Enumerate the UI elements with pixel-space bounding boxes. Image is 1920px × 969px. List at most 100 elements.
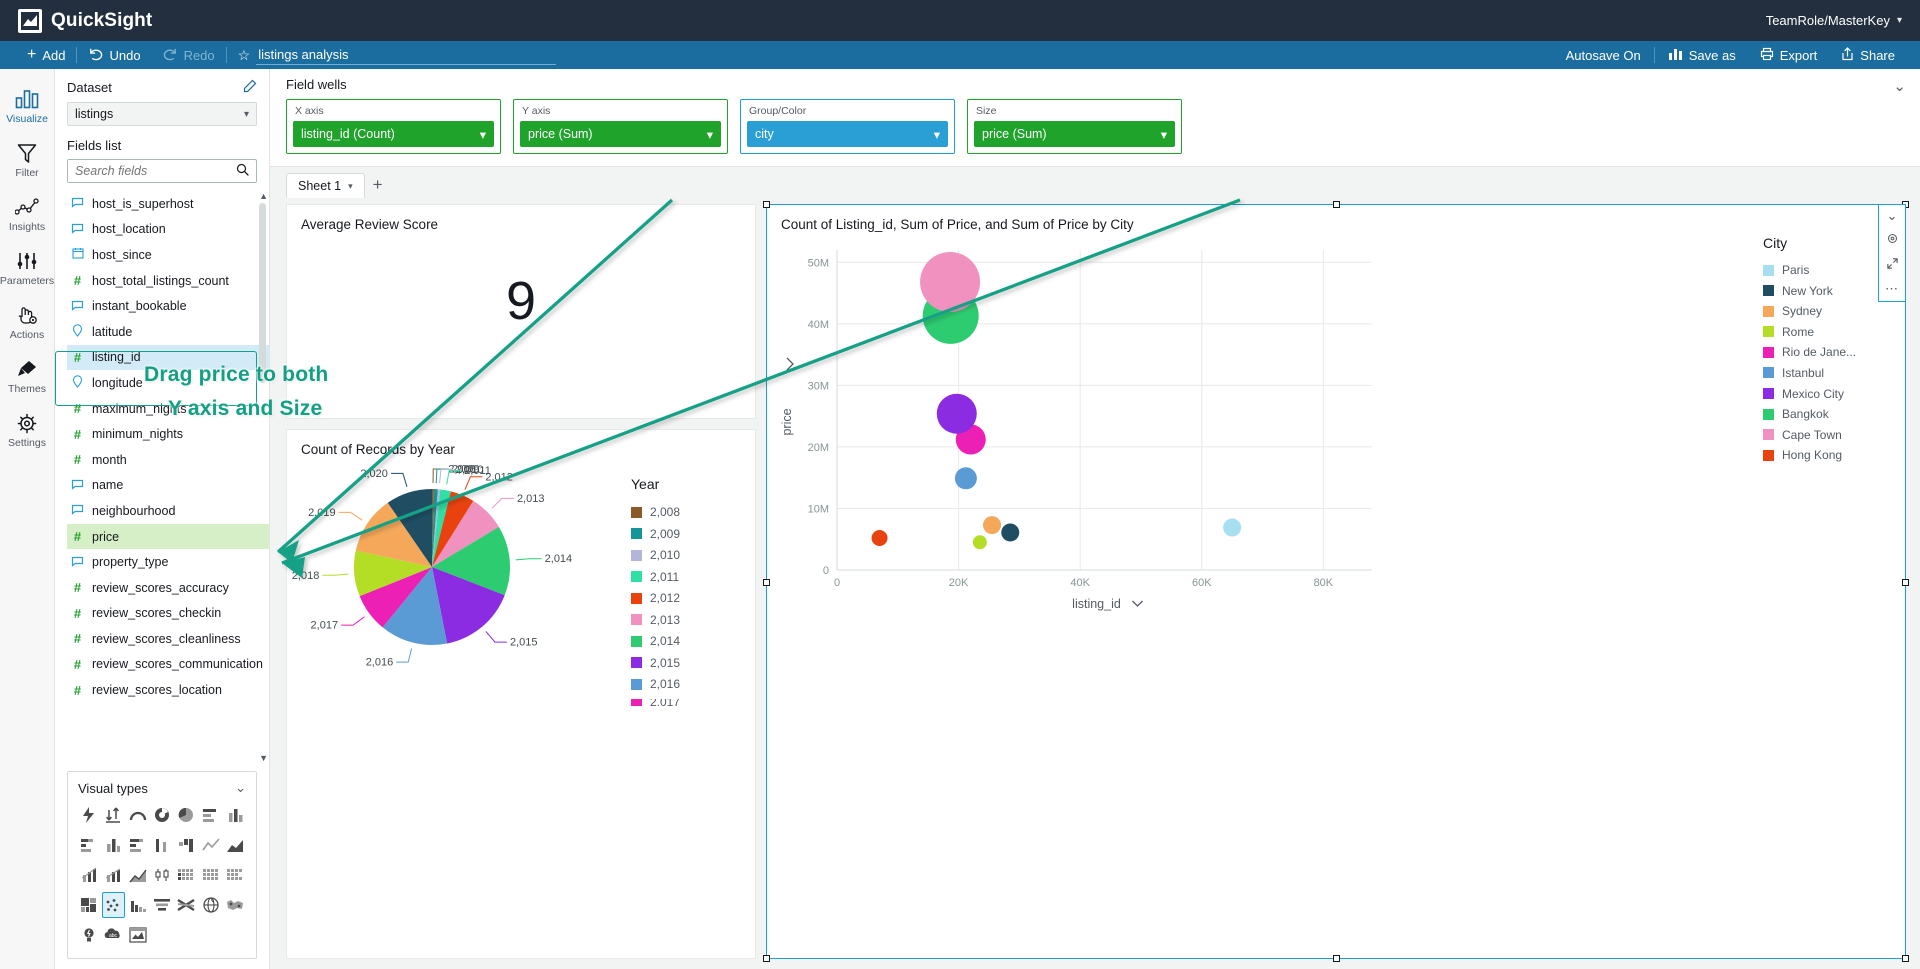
line-icon[interactable]: [199, 832, 221, 858]
add-button[interactable]: + Add: [16, 41, 76, 69]
field-item-host-location[interactable]: host_location: [67, 217, 269, 243]
scatter-legend-item[interactable]: Cape Town: [1763, 428, 1873, 442]
pie-legend-item[interactable]: 2,014: [631, 634, 731, 648]
field-item-name[interactable]: name: [67, 473, 269, 499]
scatter-legend-item[interactable]: Rome: [1763, 325, 1873, 339]
pivot-table-icon[interactable]: [199, 862, 221, 888]
well-y-axis[interactable]: Y axis price (Sum) ▾: [513, 99, 728, 154]
favorite-button[interactable]: ☆: [227, 41, 253, 69]
scroll-up-icon[interactable]: ▲: [259, 191, 268, 201]
field-item-price[interactable]: # price: [67, 523, 269, 550]
autograph-icon[interactable]: [78, 802, 100, 828]
field-item-review-scores-checkin[interactable]: # review_scores_checkin: [67, 601, 269, 627]
area-icon[interactable]: [224, 832, 246, 858]
scatter-point[interactable]: [871, 530, 888, 546]
word-cloud-icon[interactable]: abc: [102, 922, 124, 948]
clustered-column-icon[interactable]: [151, 832, 173, 858]
stacked-horizontal-bar-icon[interactable]: [78, 832, 100, 858]
collapse-icon[interactable]: ⌄: [1887, 209, 1898, 222]
rail-item-filter[interactable]: Filter: [0, 134, 54, 188]
pie-legend-item[interactable]: 2,008: [631, 505, 731, 519]
chevron-down-icon[interactable]: ▾: [348, 181, 353, 192]
well-pill[interactable]: city ▾: [747, 121, 948, 147]
well-x-axis[interactable]: X axis listing_id (Count) ▾: [286, 99, 501, 154]
scatter-legend-item[interactable]: Bangkok: [1763, 407, 1873, 421]
rail-item-visualize[interactable]: Visualize: [0, 80, 54, 134]
field-item-minimum-nights[interactable]: # minimum_nights: [67, 421, 269, 447]
pie-legend-item[interactable]: 2,012: [631, 591, 731, 605]
scatter-plot-icon[interactable]: [102, 892, 125, 918]
scatter-point[interactable]: [954, 467, 977, 490]
geospatial-point-icon[interactable]: [199, 892, 221, 918]
well-pill[interactable]: price (Sum) ▾: [974, 121, 1175, 147]
combo-area-bar-icon[interactable]: [102, 862, 124, 888]
chevron-right-icon[interactable]: [786, 357, 794, 371]
field-item-instant-bookable[interactable]: instant_bookable: [67, 293, 269, 319]
field-item-review-scores-cleanliness[interactable]: # review_scores_cleanliness: [67, 626, 269, 652]
treemap-icon[interactable]: [78, 892, 100, 918]
well-pill[interactable]: listing_id (Count) ▾: [293, 121, 494, 147]
rail-item-actions[interactable]: Actions: [0, 296, 54, 350]
share-button[interactable]: Share: [1830, 41, 1906, 69]
visual-kpi[interactable]: Average Review Score 9: [286, 204, 756, 419]
resize-handle[interactable]: [1902, 578, 1909, 586]
analysis-name-input[interactable]: [256, 45, 557, 65]
stacked-bar-horizontal-icon[interactable]: [127, 832, 149, 858]
scatter-legend-item[interactable]: Mexico City: [1763, 387, 1873, 401]
resize-handle[interactable]: [763, 578, 770, 586]
settings-gear-icon[interactable]: [1886, 232, 1899, 247]
scatter-legend-item[interactable]: Istanbul: [1763, 366, 1873, 380]
field-item-property-type[interactable]: property_type: [67, 549, 269, 575]
export-button[interactable]: Export: [1749, 41, 1829, 69]
visual-scatter[interactable]: Count of Listing_id, Sum of Price, and S…: [763, 201, 1909, 962]
gauge-icon[interactable]: [127, 802, 149, 828]
funnel-icon[interactable]: [151, 892, 173, 918]
scatter-point[interactable]: [920, 252, 981, 312]
image-icon[interactable]: [127, 922, 149, 948]
scatter-legend-item[interactable]: Paris: [1763, 263, 1873, 277]
clustered-bar-icon[interactable]: [102, 832, 124, 858]
collapse-field-wells-icon[interactable]: ⌄: [1893, 77, 1906, 95]
chevron-down-icon[interactable]: [1132, 600, 1143, 607]
resize-handle[interactable]: [1902, 955, 1909, 962]
scatter-legend-item[interactable]: Hong Kong: [1763, 448, 1873, 462]
field-item-host-is-superhost[interactable]: host_is_superhost: [67, 191, 269, 217]
undo-button[interactable]: Undo: [77, 41, 151, 69]
area-line-icon[interactable]: [127, 862, 149, 888]
vertical-updown-icon[interactable]: [102, 802, 124, 828]
field-item-maximum-nights[interactable]: # maximum_nights: [67, 396, 269, 422]
resize-handle[interactable]: [763, 955, 770, 962]
save-as-button[interactable]: Save as: [1657, 41, 1747, 69]
field-item-review-scores-accuracy[interactable]: # review_scores_accuracy: [67, 575, 269, 601]
filled-map-icon[interactable]: [224, 892, 246, 918]
donut-icon[interactable]: [151, 802, 173, 828]
boxplot-icon[interactable]: [151, 862, 173, 888]
scatter-point[interactable]: [972, 535, 987, 550]
pie-legend-item[interactable]: 2,013: [631, 613, 731, 627]
more-options-icon[interactable]: ⋯: [1885, 282, 1899, 295]
field-item-review-scores-location[interactable]: # review_scores_location: [67, 677, 269, 703]
scatter-legend-item[interactable]: New York: [1763, 284, 1873, 298]
insight-icon[interactable]: [78, 922, 100, 948]
horizontal-bar-icon[interactable]: [199, 802, 221, 828]
combo-line-bar-icon[interactable]: [78, 862, 100, 888]
scatter-legend-item[interactable]: Rio de Jane...: [1763, 345, 1873, 359]
field-item-host-total-listings-count[interactable]: # host_total_listings_count: [67, 268, 269, 294]
vertical-bar-icon[interactable]: [224, 802, 246, 828]
add-sheet-button[interactable]: +: [373, 176, 383, 196]
chevron-double-down-icon[interactable]: ⌄: [235, 780, 246, 796]
fields-scrollbar[interactable]: [259, 203, 266, 383]
expand-icon[interactable]: [1886, 257, 1899, 272]
field-item-review-scores-communication[interactable]: # review_scores_communication: [67, 652, 269, 678]
user-menu[interactable]: TeamRole/MasterKey ▾: [1766, 0, 1902, 41]
waterfall-icon[interactable]: [175, 832, 197, 858]
scatter-point[interactable]: [1223, 518, 1242, 537]
resize-handle[interactable]: [763, 201, 770, 208]
visual-pie[interactable]: Count of Records by Year 2,008 2,009 2,010…: [286, 429, 756, 959]
rail-item-parameters[interactable]: Parameters: [0, 242, 54, 296]
dataset-select[interactable]: listings ▾: [67, 102, 257, 126]
well-pill[interactable]: price (Sum) ▾: [520, 121, 721, 147]
fields-list[interactable]: host_is_superhost host_location host_since…: [55, 191, 269, 765]
scatter-point[interactable]: [983, 516, 1002, 535]
sankey-icon[interactable]: [175, 892, 197, 918]
